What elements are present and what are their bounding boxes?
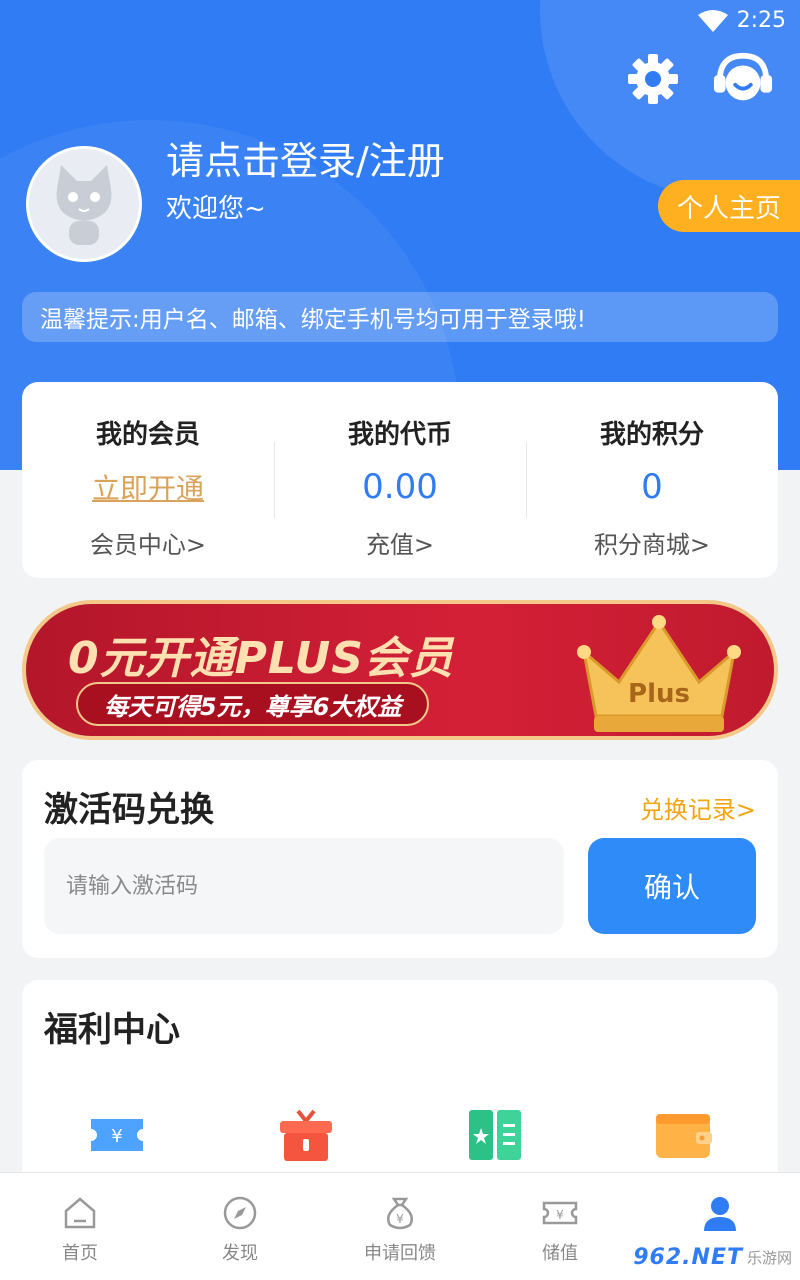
cat-avatar-icon	[56, 165, 112, 245]
site-watermark: 962.NET 乐游网	[633, 1245, 792, 1270]
ticket-icon: ¥	[542, 1201, 578, 1225]
confirm-button[interactable]: 确认	[588, 838, 756, 934]
nav-feedback[interactable]: ¥ 申请回馈	[320, 1173, 480, 1280]
stat-title: 我的积分	[599, 420, 704, 450]
avatar[interactable]	[26, 146, 142, 262]
redeem-title: 激活码兑换	[44, 790, 214, 830]
status-bar: 2:25	[0, 0, 800, 40]
watermark-sub: 乐游网	[746, 1249, 792, 1267]
stat-points: 我的积分 0 积分商城>	[526, 382, 778, 578]
gear-icon	[628, 54, 678, 104]
nav-discover[interactable]: 发现	[160, 1173, 320, 1280]
watermark-brand: 962.NET	[633, 1245, 743, 1270]
redeem-history-link[interactable]: 兑换记录>	[640, 790, 756, 825]
gift-icon[interactable]	[271, 1100, 341, 1170]
stat-title: 我的会员	[95, 420, 200, 450]
recharge-link[interactable]: 充值>	[366, 525, 434, 560]
redeem-code-card: 激活码兑换 兑换记录> 确认	[22, 760, 778, 958]
book-icon[interactable]	[460, 1100, 530, 1170]
money-bag-icon: ¥	[387, 1197, 413, 1230]
login-register-link[interactable]: 请点击登录/注册	[166, 130, 445, 185]
headset-icon	[713, 52, 773, 101]
customer-service-button[interactable]	[712, 48, 774, 110]
coupon-icon[interactable]: ¥	[82, 1100, 152, 1170]
points-balance: 0	[641, 467, 663, 507]
nav-label: 储值	[542, 1243, 578, 1264]
nav-label: 申请回馈	[364, 1243, 436, 1264]
stat-membership: 我的会员 立即开通 会员中心>	[22, 382, 274, 578]
nav-home[interactable]: 首页	[0, 1173, 160, 1280]
points-mall-link[interactable]: 积分商城>	[594, 525, 710, 560]
status-time: 2:25	[736, 8, 786, 33]
token-balance: 0.00	[362, 467, 438, 507]
home-icon	[64, 1197, 96, 1229]
compass-icon	[223, 1196, 257, 1230]
login-tip: 温馨提示:用户名、邮箱、绑定手机号均可用于登录哦!	[22, 292, 778, 342]
welfare-icon-row: ¥	[22, 1100, 778, 1170]
user-icon	[704, 1197, 736, 1231]
svg-text:¥: ¥	[111, 1126, 122, 1147]
welfare-title: 福利中心	[44, 1010, 180, 1050]
plus-membership-banner[interactable]: 0元开通PLUS会员 每天可得5元，尊享6大权益 Plus	[22, 600, 778, 740]
top-actions	[622, 48, 774, 110]
banner-subtitle: 每天可得5元，尊享6大权益	[76, 682, 430, 726]
stat-title: 我的代币	[347, 420, 452, 450]
wifi-icon	[698, 10, 728, 32]
member-center-link[interactable]: 会员中心>	[90, 525, 206, 560]
crown-label: Plus	[628, 679, 690, 709]
nav-recharge[interactable]: ¥ 储值	[480, 1173, 640, 1280]
wallet-icon[interactable]	[649, 1100, 719, 1170]
activate-membership-link[interactable]: 立即开通	[92, 467, 204, 507]
personal-homepage-button[interactable]: 个人主页	[658, 180, 800, 232]
stats-card: 我的会员 立即开通 会员中心> 我的代币 0.00 充值> 我的积分 0 积分商…	[22, 382, 778, 578]
activation-code-input[interactable]	[44, 838, 564, 934]
banner-title: 0元开通PLUS会员	[68, 633, 454, 684]
nav-label: 首页	[62, 1243, 98, 1264]
crown-icon: Plus	[577, 615, 741, 732]
stat-tokens: 我的代币 0.00 充值>	[274, 382, 526, 578]
nav-label: 发现	[222, 1243, 258, 1264]
svg-text:¥: ¥	[396, 1212, 404, 1226]
welcome-text: 欢迎您~	[166, 194, 266, 224]
settings-button[interactable]	[622, 48, 684, 110]
svg-text:¥: ¥	[556, 1208, 564, 1222]
